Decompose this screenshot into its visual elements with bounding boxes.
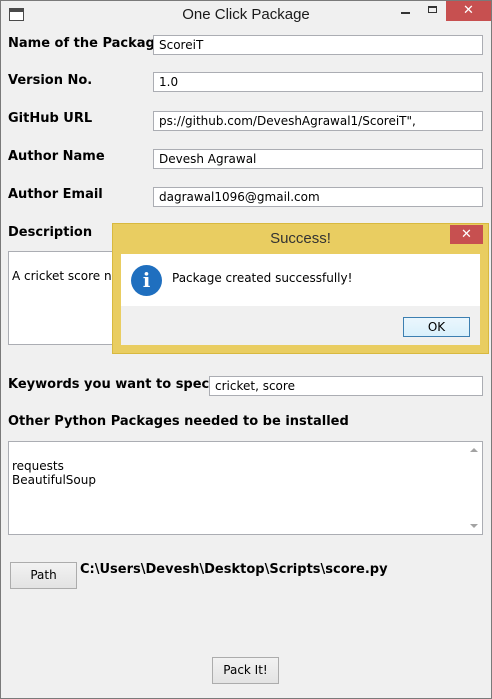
packages-textarea[interactable]: requests BeautifulSoup — [8, 441, 483, 535]
github-url-label: GitHub URL — [8, 111, 93, 126]
dialog-title: Success! — [270, 230, 331, 247]
description-text: A cricket score noti — [12, 269, 127, 283]
description-label: Description — [8, 225, 93, 240]
packages-scrollbar[interactable] — [466, 442, 482, 534]
title-bar[interactable]: One Click Package ✕ — [1, 1, 491, 31]
ok-button[interactable]: OK — [403, 317, 470, 337]
package-name-label: Name of the Package — [8, 36, 164, 51]
keywords-input[interactable]: cricket, score — [209, 376, 483, 396]
dialog-message: Package created successfully! — [172, 271, 353, 285]
dialog-close-button[interactable]: ✕ — [450, 225, 483, 244]
github-url-input[interactable]: ps://github.com/DeveshAgrawal1/ScoreiT", — [153, 111, 483, 131]
path-button[interactable]: Path — [10, 562, 77, 589]
author-email-label: Author Email — [8, 187, 103, 202]
dialog-body: i Package created successfully! OK — [121, 254, 480, 345]
minimize-button[interactable] — [392, 1, 420, 21]
version-label: Version No. — [8, 73, 93, 88]
author-name-input[interactable]: Devesh Agrawal — [153, 149, 483, 169]
packages-text: requests BeautifulSoup — [12, 459, 96, 487]
scroll-down-arrow-icon[interactable] — [470, 524, 478, 528]
packages-label: Other Python Packages needed to be insta… — [8, 414, 349, 429]
version-input[interactable]: 1.0 — [153, 72, 483, 92]
info-icon: i — [131, 265, 162, 296]
pack-it-button[interactable]: Pack It! — [212, 657, 279, 684]
author-name-label: Author Name — [8, 149, 105, 164]
package-name-input[interactable]: ScoreiT — [153, 35, 483, 55]
success-dialog: Success! ✕ i Package created successfull… — [112, 223, 489, 354]
close-button[interactable]: ✕ — [446, 1, 491, 21]
dialog-message-area: i Package created successfully! — [121, 254, 480, 306]
author-email-input[interactable]: dagrawal1096@gmail.com — [153, 187, 483, 207]
scroll-up-arrow-icon[interactable] — [470, 448, 478, 452]
maximize-button[interactable] — [420, 1, 446, 21]
keywords-label: Keywords you want to specify — [8, 377, 228, 392]
path-value: C:\Users\Devesh\Desktop\Scripts\score.py — [80, 562, 388, 577]
